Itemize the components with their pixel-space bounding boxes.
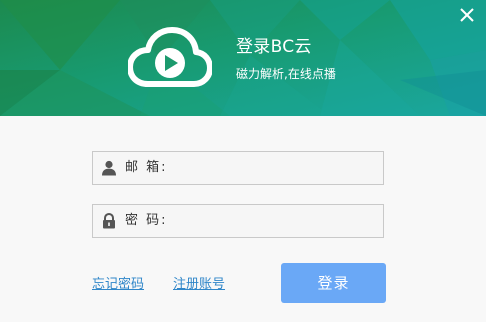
- app-title: 登录BC云: [236, 37, 312, 57]
- login-window: 登录BC云 磁力解析,在线点播 邮 箱: 密 码: 忘记密码 注册账号 登录: [0, 0, 486, 322]
- app-subtitle: 磁力解析,在线点播: [236, 67, 336, 81]
- login-button[interactable]: 登录: [281, 263, 386, 303]
- forgot-password-link[interactable]: 忘记密码: [92, 277, 144, 293]
- banner-background: [0, 0, 486, 116]
- login-form: 邮 箱: 密 码: 忘记密码 注册账号 登录: [0, 116, 486, 322]
- user-icon: [102, 160, 116, 176]
- close-icon[interactable]: [458, 6, 476, 24]
- password-field[interactable]: 密 码:: [92, 204, 384, 238]
- email-field[interactable]: 邮 箱:: [92, 151, 384, 185]
- email-input[interactable]: [169, 153, 374, 183]
- header-banner: 登录BC云 磁力解析,在线点播: [0, 0, 486, 116]
- email-label: 邮 箱:: [125, 160, 168, 175]
- password-input[interactable]: [169, 206, 374, 236]
- password-label: 密 码:: [125, 213, 168, 228]
- lock-icon: [103, 213, 115, 229]
- cloud-play-icon: [128, 27, 212, 87]
- register-link[interactable]: 注册账号: [173, 277, 225, 293]
